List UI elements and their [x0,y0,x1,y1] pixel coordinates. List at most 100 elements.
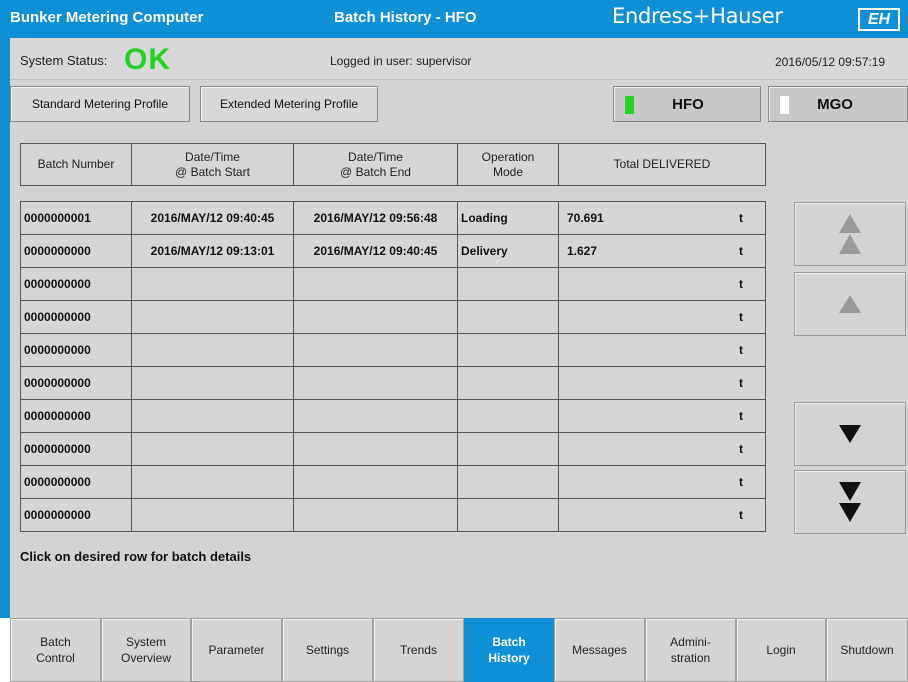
col-batch-end: Date/Time @ Batch End [294,144,458,185]
batch-start-cell [132,400,294,432]
total-delivered-cell: 1.627 t [559,235,765,267]
nav-button-label: Login [766,643,796,657]
total-delivered-cell: t [559,400,765,432]
brand-name: Endress+Hauser [612,4,783,28]
title-bar: Bunker Metering Computer Batch History -… [0,0,908,38]
hfo-active-indicator [625,96,634,114]
scroll-up-button[interactable] [794,272,906,336]
total-value: 70.691 [567,211,604,225]
left-accent-strip [0,38,10,618]
nav-button-systemoverview[interactable]: System Overview [101,618,191,682]
screen-title: Batch History - HFO [334,9,477,26]
mgo-product-button[interactable]: MGO [768,86,908,122]
total-unit: t [739,475,743,489]
status-bar: System Status: OK Logged in user: superv… [10,38,908,80]
hfo-product-button[interactable]: HFO [613,86,761,122]
total-delivered-cell: t [559,334,765,366]
table-row[interactable]: 0000000000 t [21,400,765,433]
nav-button-messages[interactable]: Messages [554,618,645,682]
batch-end-cell [294,268,458,300]
system-status-value: OK [124,43,171,76]
batch-number-cell: 0000000000 [21,400,132,432]
batch-end-cell [294,301,458,333]
row-selection-hint: Click on desired row for batch details [20,549,252,564]
operation-mode-cell: Delivery [458,235,559,267]
total-delivered-cell: t [559,367,765,399]
eh-logo: EH [858,8,900,31]
batch-start-cell: 2016/MAY/12 09:13:01 [132,235,294,267]
batch-table-body: 0000000001 2016/MAY/12 09:40:45 2016/MAY/1… [20,201,766,532]
page-down-button[interactable] [794,470,906,534]
col-batch-start: Date/Time @ Batch Start [132,144,294,185]
double-up-arrow-icon [839,214,861,254]
total-delivered-cell: t [559,499,765,531]
nav-button-administration[interactable]: Admini-stration [645,618,736,682]
batch-end-cell [294,400,458,432]
col-operation-mode: Operation Mode [458,144,559,185]
table-row[interactable]: 0000000000 t [21,268,765,301]
nav-button-label: Messages [572,643,627,657]
col-total-delivered: Total DELIVERED [613,157,711,171]
batch-start-cell: 2016/MAY/12 09:40:45 [132,202,294,234]
nav-button-shutdown[interactable]: Shutdown [826,618,908,682]
batch-start-cell [132,433,294,465]
table-row[interactable]: 0000000000 t [21,367,765,400]
standard-profile-button[interactable]: Standard Metering Profile [10,86,190,122]
scroll-down-button[interactable] [794,402,906,466]
nav-button-label: Shutdown [840,643,894,657]
total-unit: t [739,310,743,324]
nav-button-label: Admini-stration [670,635,711,665]
main-panel: Standard Metering Profile Extended Meter… [10,80,908,618]
mgo-inactive-indicator [780,96,789,114]
batch-start-cell [132,499,294,531]
nav-button-login[interactable]: Login [736,618,826,682]
operation-mode-cell [458,499,559,531]
nav-button-label: System Overview [120,635,171,665]
nav-button-label: Parameter [208,643,265,657]
nav-button-parameter[interactable]: Parameter [191,618,282,682]
table-row[interactable]: 0000000001 2016/MAY/12 09:40:45 2016/MAY/1… [21,202,765,235]
nav-button-trends[interactable]: Trends [373,618,464,682]
batch-start-cell [132,334,294,366]
batch-end-cell [294,433,458,465]
nav-button-batchcontrol[interactable]: Batch Control [10,618,101,682]
batch-number-cell: 0000000000 [21,499,132,531]
mgo-label: MGO [817,96,853,113]
app-title: Bunker Metering Computer [10,9,204,26]
table-row[interactable]: 0000000000 t [21,433,765,466]
bottom-navigation: Batch Control System Overview Parameter Setti… [0,618,908,682]
up-arrow-icon [839,295,861,313]
batch-start-cell [132,268,294,300]
total-unit: t [739,343,743,357]
nav-button-label: Settings [305,643,350,657]
page-up-button[interactable] [794,202,906,266]
operation-mode-cell: Loading [458,202,559,234]
operation-mode-cell [458,400,559,432]
nav-button-label: Batch Control [36,635,75,665]
total-unit: t [739,442,743,456]
operation-mode-cell [458,466,559,498]
total-delivered-cell: t [559,268,765,300]
table-row[interactable]: 0000000000 t [21,466,765,499]
batch-start-cell [132,466,294,498]
batch-number-cell: 0000000000 [21,466,132,498]
batch-end-cell [294,499,458,531]
nav-button-label: Batch History [488,635,530,665]
total-unit: t [739,376,743,390]
system-status-label: System Status: [20,53,108,68]
nav-button-settings[interactable]: Settings [282,618,373,682]
batch-table-header: Batch Number Date/Time @ Batch Start Date… [20,143,766,186]
total-delivered-cell: t [559,301,765,333]
batch-end-cell: 2016/MAY/12 09:40:45 [294,235,458,267]
table-row[interactable]: 0000000000 2016/MAY/12 09:13:01 2016/MAY/1… [21,235,765,268]
table-row[interactable]: 0000000000 t [21,334,765,367]
nav-button-batchhistory[interactable]: Batch History [464,618,554,682]
total-delivered-cell: t [559,433,765,465]
nav-button-label: Trends [400,643,437,657]
table-row[interactable]: 0000000000 t [21,301,765,334]
current-datetime: 2016/05/12 09:57:19 [775,55,886,69]
operation-mode-cell [458,268,559,300]
down-arrow-icon [839,425,861,443]
extended-profile-button[interactable]: Extended Metering Profile [200,86,378,122]
table-row[interactable]: 0000000000 t [21,499,765,531]
